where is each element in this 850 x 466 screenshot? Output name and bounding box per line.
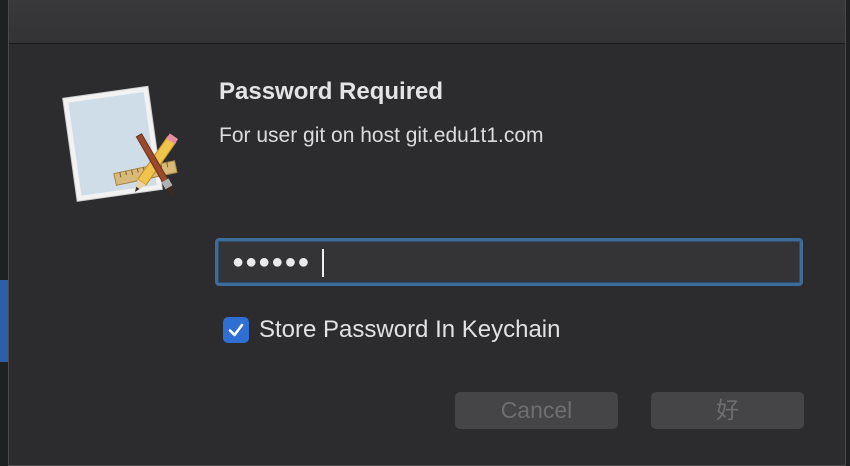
keychain-checkbox-row[interactable]: Store Password In Keychain [223, 315, 561, 345]
dialog-subtitle: For user git on host git.edu1t1.com [219, 124, 544, 147]
dialog-titlebar [9, 0, 845, 44]
checkmark-icon [228, 323, 244, 337]
dialog-title: Password Required [219, 78, 444, 105]
text-caret [322, 249, 324, 277]
password-input[interactable]: ●●●●●● [215, 238, 803, 286]
cancel-button[interactable]: Cancel [455, 392, 618, 429]
script-editor-icon [61, 78, 191, 203]
keychain-checkbox[interactable] [223, 317, 249, 343]
password-dialog: Password Required For user git on host g… [8, 0, 846, 466]
password-masked-value: ●●●●●● [232, 251, 311, 273]
keychain-checkbox-label[interactable]: Store Password In Keychain [259, 316, 561, 344]
ok-button[interactable]: 好 [651, 392, 804, 429]
background-window-edge [0, 280, 8, 362]
